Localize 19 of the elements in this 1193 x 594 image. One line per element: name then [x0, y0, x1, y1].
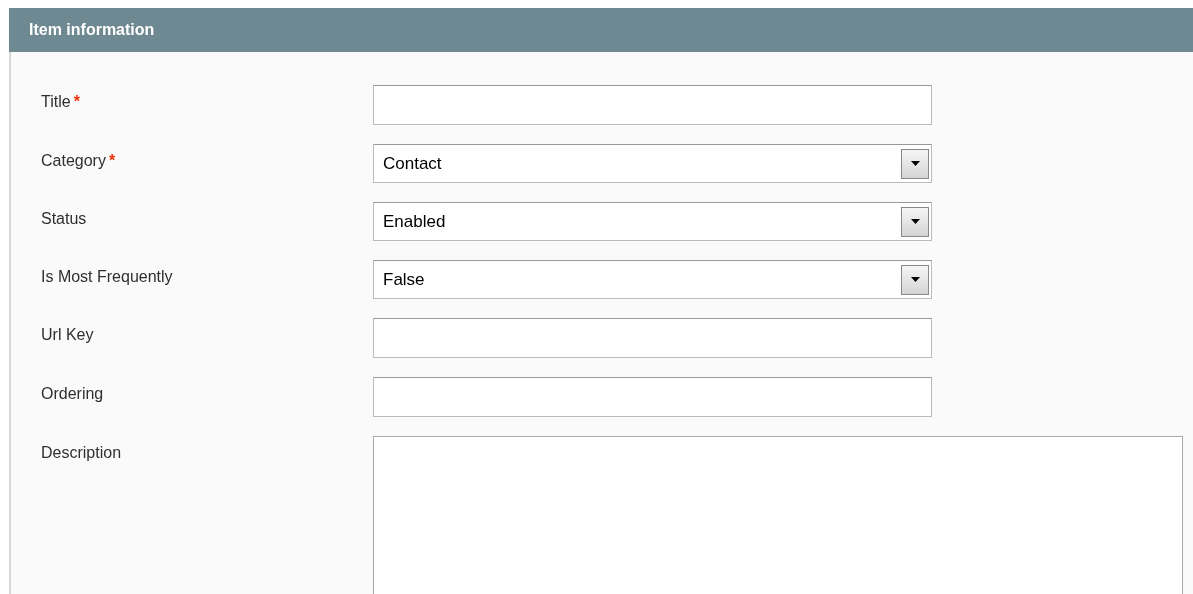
required-mark: *	[73, 93, 80, 110]
caret-icon	[901, 148, 929, 179]
input-field[interactable]	[373, 318, 932, 358]
dropdown[interactable]: Contact	[373, 144, 932, 183]
input-field[interactable]	[373, 85, 932, 125]
panel-title: Item information	[29, 21, 155, 39]
field-label: Category	[41, 152, 106, 169]
field-label: Is Most Frequently	[41, 268, 173, 285]
field-label: Ordering	[41, 385, 104, 402]
field-label: Status	[41, 210, 87, 227]
field-label: Description	[41, 444, 122, 461]
caret-icon	[901, 264, 929, 295]
caret-icon	[901, 206, 929, 237]
field-label: Title	[41, 93, 71, 110]
required-mark: *	[108, 152, 116, 169]
input-field[interactable]	[373, 377, 932, 417]
dropdown[interactable]: Enabled	[373, 202, 932, 241]
field-label: Url Key	[41, 326, 94, 343]
dropdown[interactable]: False	[373, 260, 932, 299]
